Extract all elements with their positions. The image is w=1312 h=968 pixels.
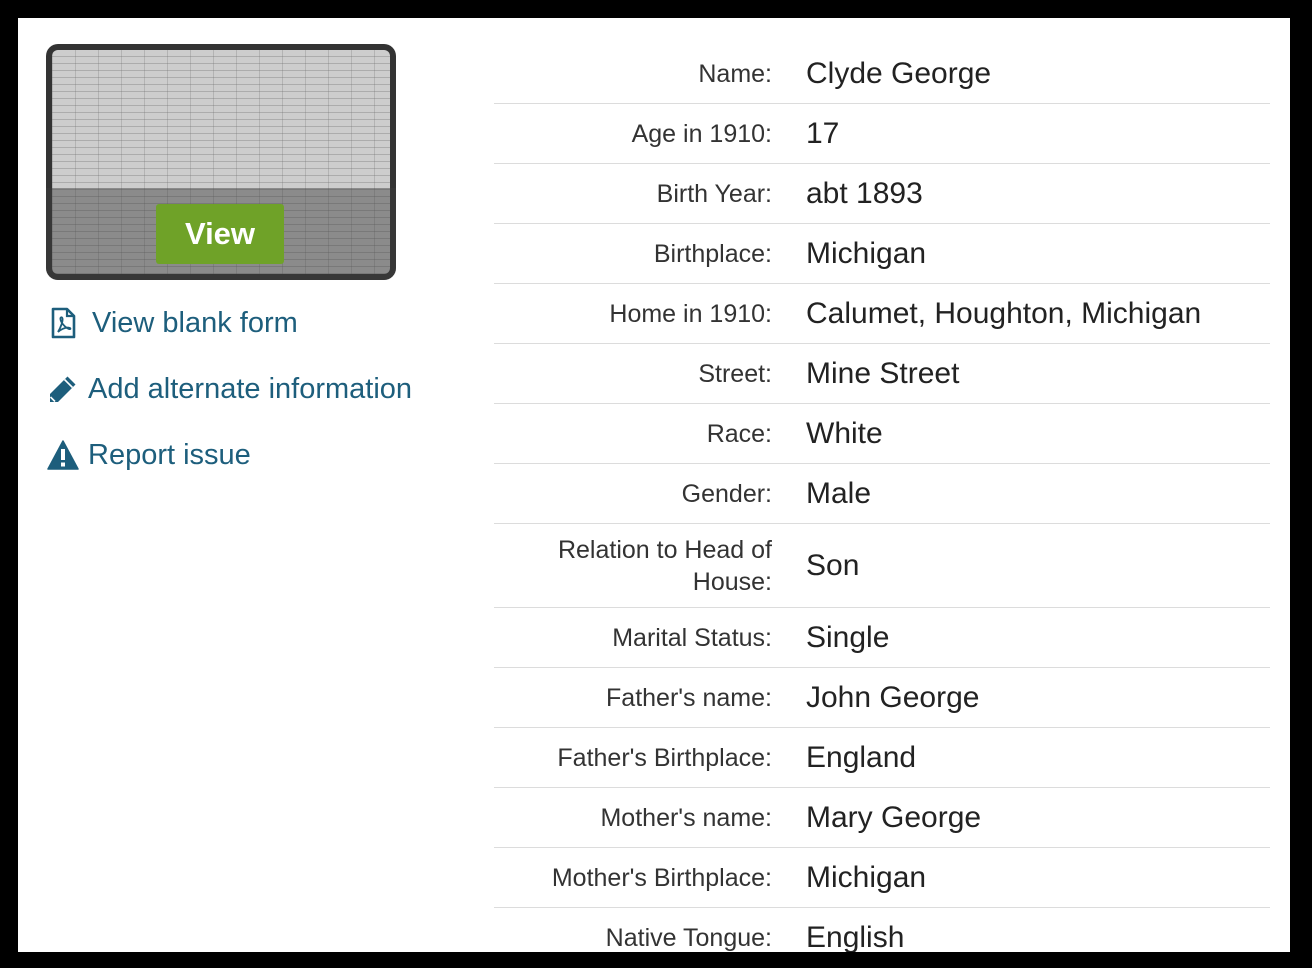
detail-value: Single bbox=[806, 620, 890, 654]
detail-value: Calumet, Houghton, Michigan bbox=[806, 296, 1202, 330]
detail-value: Michigan bbox=[806, 860, 927, 894]
detail-row-name: Name: Clyde George bbox=[494, 44, 1270, 104]
warning-icon bbox=[46, 438, 80, 472]
detail-label: Father's Birthplace: bbox=[557, 743, 772, 772]
detail-row-street: Street: Mine Street bbox=[494, 344, 1270, 404]
detail-label: Name: bbox=[698, 59, 772, 88]
detail-row-father-birthplace: Father's Birthplace: England bbox=[494, 728, 1270, 788]
record-image-thumbnail[interactable]: View bbox=[46, 44, 396, 280]
detail-label: Mother's name: bbox=[600, 803, 772, 832]
detail-row-age: Age in 1910: 17 bbox=[494, 104, 1270, 164]
detail-row-mother-name: Mother's name: Mary George bbox=[494, 788, 1270, 848]
pencil-icon bbox=[46, 372, 80, 406]
detail-value: Clyde George bbox=[806, 56, 992, 90]
detail-row-native-tongue: Native Tongue: English bbox=[494, 908, 1270, 953]
record-card: View View blank form Add alternate infor… bbox=[18, 18, 1290, 952]
detail-row-birthplace: Birthplace: Michigan bbox=[494, 224, 1270, 284]
detail-value: White bbox=[806, 416, 883, 450]
report-issue-label: Report issue bbox=[88, 438, 251, 471]
detail-label: Marital Status: bbox=[612, 623, 772, 652]
view-blank-form-link[interactable]: View blank form bbox=[46, 302, 412, 344]
detail-label: Street: bbox=[698, 359, 772, 388]
record-actions: View blank form Add alternate informatio… bbox=[46, 302, 412, 500]
detail-label: Native Tongue: bbox=[605, 923, 772, 952]
view-image-button[interactable]: View bbox=[156, 204, 284, 264]
detail-row-home: Home in 1910: Calumet, Houghton, Michiga… bbox=[494, 284, 1270, 344]
detail-row-father-name: Father's name: John George bbox=[494, 668, 1270, 728]
detail-value: England bbox=[806, 740, 917, 774]
detail-value: Michigan bbox=[806, 236, 927, 270]
detail-label: Race: bbox=[706, 419, 772, 448]
detail-row-relation: Relation to Head of House: Son bbox=[494, 524, 1270, 608]
detail-label: Gender: bbox=[681, 479, 772, 508]
detail-value: Son bbox=[806, 548, 860, 582]
detail-value: Mary George bbox=[806, 800, 982, 834]
detail-row-race: Race: White bbox=[494, 404, 1270, 464]
detail-label: Father's name: bbox=[606, 683, 772, 712]
report-issue-link[interactable]: Report issue bbox=[46, 434, 412, 476]
detail-label: Mother's Birthplace: bbox=[551, 863, 772, 892]
detail-value: English bbox=[806, 920, 905, 953]
detail-value: 17 bbox=[806, 116, 840, 150]
detail-row-mother-birthplace: Mother's Birthplace: Michigan bbox=[494, 848, 1270, 908]
view-blank-form-label: View blank form bbox=[92, 306, 298, 339]
add-alternate-information-label: Add alternate information bbox=[88, 372, 413, 405]
detail-label: Home in 1910: bbox=[609, 299, 772, 328]
detail-row-gender: Gender: Male bbox=[494, 464, 1270, 524]
detail-value: abt 1893 bbox=[806, 176, 923, 210]
detail-label: Relation to Head of House: bbox=[557, 535, 772, 596]
pdf-file-icon bbox=[46, 306, 80, 340]
detail-value: Male bbox=[806, 476, 872, 510]
detail-label: Age in 1910: bbox=[631, 119, 772, 148]
detail-label: Birth Year: bbox=[656, 179, 772, 208]
detail-row-birth-year: Birth Year: abt 1893 bbox=[494, 164, 1270, 224]
detail-value: John George bbox=[806, 680, 980, 714]
detail-value: Mine Street bbox=[806, 356, 960, 390]
record-details-table: Name: Clyde George Age in 1910: 17 Birth… bbox=[494, 44, 1270, 952]
detail-label: Birthplace: bbox=[653, 239, 772, 268]
add-alternate-information-link[interactable]: Add alternate information bbox=[46, 368, 412, 410]
detail-row-marital-status: Marital Status: Single bbox=[494, 608, 1270, 668]
